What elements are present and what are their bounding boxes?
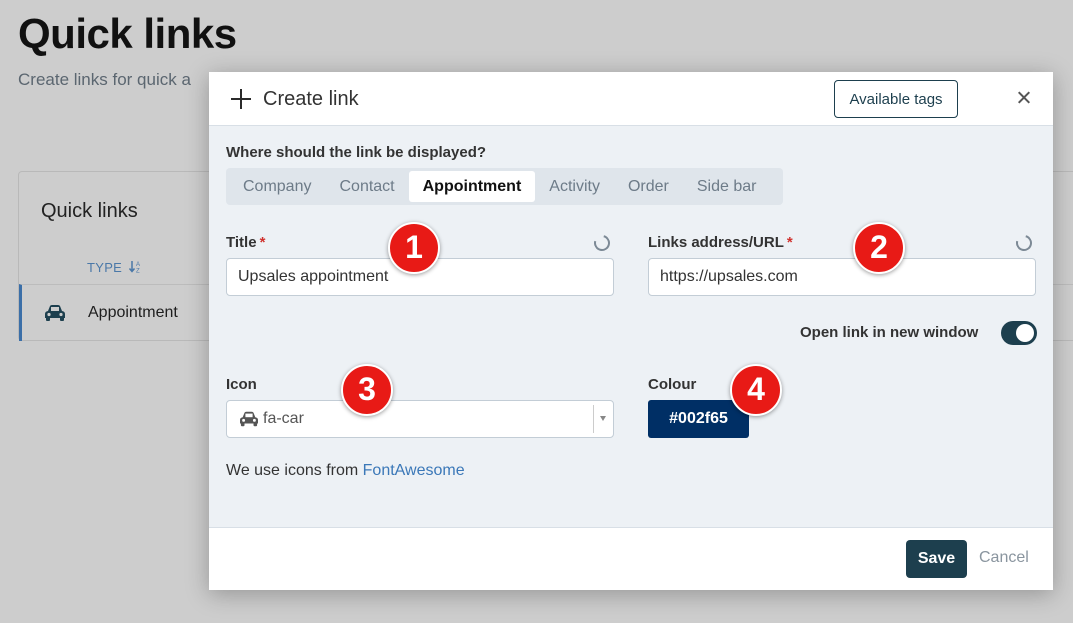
page-title: Quick links: [18, 10, 237, 57]
plus-icon: [231, 89, 251, 109]
available-tags-button[interactable]: Available tags: [834, 80, 958, 118]
tab-company[interactable]: Company: [229, 171, 325, 202]
chevron-down-icon: [600, 416, 606, 421]
create-link-modal: Create link Available tags Where should …: [209, 72, 1053, 590]
url-label-text: Links address/URL: [648, 234, 784, 251]
tab-activity[interactable]: Activity: [535, 171, 614, 202]
save-button[interactable]: Save: [906, 540, 967, 578]
url-input[interactable]: [648, 258, 1036, 296]
icon-field-label: Icon: [226, 376, 257, 393]
display-location-tabs: Company Contact Appointment Activity Ord…: [226, 168, 783, 205]
colour-picker-button[interactable]: #002f65: [648, 400, 749, 438]
annotation-badge-3: 3: [341, 364, 393, 416]
colour-field-label: Colour: [648, 376, 697, 393]
fontawesome-link[interactable]: FontAwesome: [363, 462, 465, 479]
icons-note: We use icons from FontAwesome: [226, 462, 465, 480]
select-divider: [593, 405, 594, 433]
tab-order[interactable]: Order: [614, 171, 683, 202]
required-marker: *: [786, 234, 793, 251]
row-type-label: Appointment: [88, 304, 178, 321]
new-window-toggle[interactable]: [1001, 321, 1037, 345]
title-field-label: Title *: [226, 234, 265, 251]
annotation-badge-4: 4: [730, 364, 782, 416]
modal-header: Create link Available tags: [209, 72, 1053, 126]
svg-text:A: A: [136, 262, 140, 268]
title-label-text: Title: [226, 234, 257, 251]
new-window-label: Open link in new window: [800, 324, 979, 341]
toggle-knob: [1016, 324, 1034, 342]
cancel-button[interactable]: Cancel: [979, 549, 1029, 567]
required-marker: *: [259, 234, 266, 251]
tab-contact[interactable]: Contact: [325, 171, 408, 202]
url-field-label: Links address/URL *: [648, 234, 793, 251]
modal-footer: Save Cancel: [209, 527, 1053, 590]
car-icon: [45, 305, 65, 321]
close-icon[interactable]: [1013, 87, 1035, 109]
modal-title: Create link: [263, 88, 359, 110]
annotation-badge-2: 2: [853, 222, 905, 274]
icon-select-value: fa-car: [263, 410, 304, 427]
loading-spinner-icon: [1013, 232, 1035, 254]
card-title: Quick links: [41, 200, 138, 222]
svg-text:Z: Z: [136, 269, 140, 274]
car-icon: [240, 411, 258, 427]
tab-side-bar[interactable]: Side bar: [683, 171, 771, 202]
annotation-badge-1: 1: [388, 222, 440, 274]
type-column-header[interactable]: TYPE A Z: [87, 260, 143, 275]
page-description: Create links for quick a: [18, 70, 191, 89]
loading-spinner-icon: [591, 232, 613, 254]
icons-note-text: We use icons from: [226, 462, 363, 479]
tab-appointment[interactable]: Appointment: [408, 171, 536, 202]
icon-select[interactable]: fa-car: [226, 400, 614, 438]
display-location-label: Where should the link be displayed?: [226, 144, 487, 161]
sort-alpha-icon: A Z: [129, 261, 140, 275]
type-header-label: TYPE: [87, 260, 123, 275]
